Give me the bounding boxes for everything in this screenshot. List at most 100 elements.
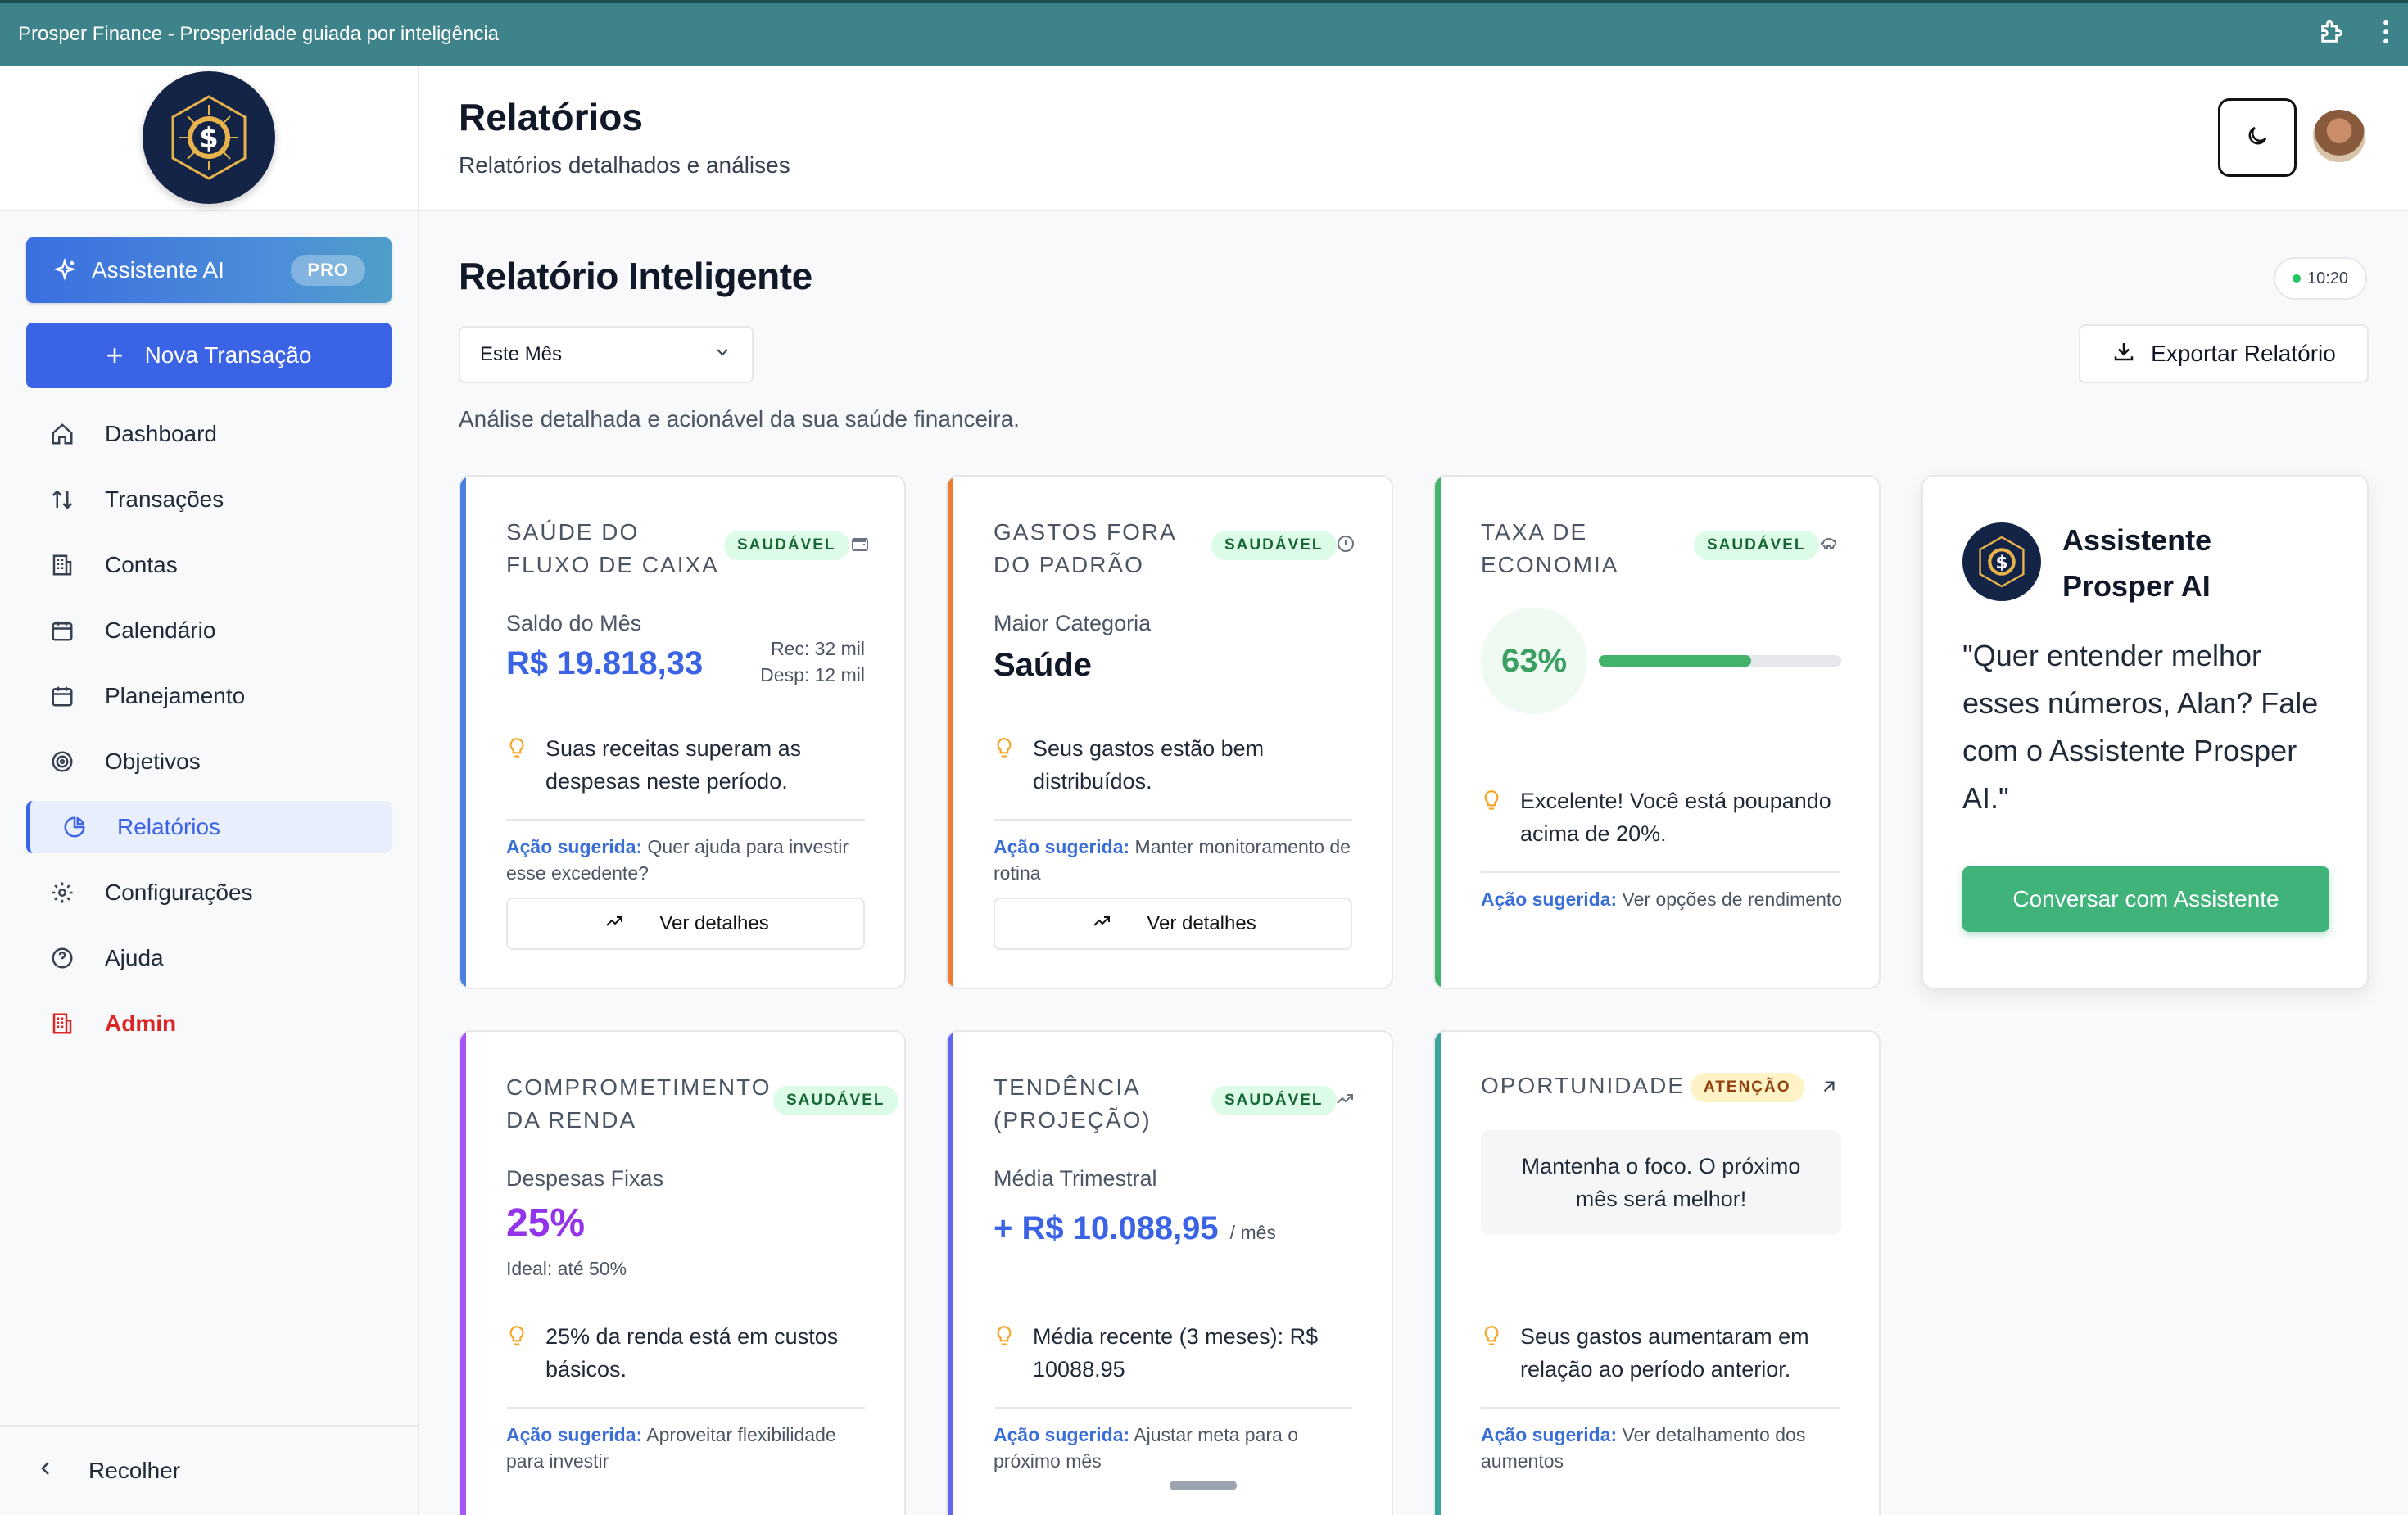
sidebar-item-help[interactable]: Ajuda <box>26 932 392 984</box>
tip-text: Média recente (3 meses): R$ 10088.95 <box>1033 1324 1319 1382</box>
pie-chart-icon <box>58 815 91 839</box>
ai-assistant-button[interactable]: Assistente AI PRO <box>26 237 392 303</box>
quarterly-average: + R$ 10.088,95 / mês <box>994 1210 1276 1247</box>
assistant-name: Assistente Prosper AI <box>2062 523 2212 603</box>
theme-toggle-button[interactable] <box>2218 98 2297 177</box>
card-title: TENDÊNCIA (PROJEÇÃO) <box>994 1071 1152 1137</box>
attention-badge: ATENÇÃO <box>1691 1073 1804 1102</box>
period-select[interactable]: Este Mês <box>459 326 754 383</box>
action-label: Ação sugerida: <box>1481 889 1618 910</box>
moon-icon <box>2245 124 2270 152</box>
card-accent-bar <box>460 1032 466 1515</box>
card-title: GASTOS FORA DO PADRÃO <box>994 516 1177 581</box>
card-title-line: ECONOMIA <box>1481 552 1619 577</box>
assistant-quote: "Quer entender melhor esses números, Ala… <box>1962 639 2319 815</box>
collapse-sidebar-button[interactable]: Recolher <box>0 1425 418 1515</box>
svg-text:$: $ <box>1995 553 2007 573</box>
card-title: OPORTUNIDADE <box>1481 1070 1685 1102</box>
user-avatar[interactable] <box>2313 110 2365 162</box>
sidebar-item-settings[interactable]: Configurações <box>26 866 392 919</box>
opportunity-card: OPORTUNIDADE ATENÇÃO Mantenha o foco. O … <box>1433 1030 1881 1515</box>
ideal-text: Ideal: até 50% <box>506 1258 627 1279</box>
time-badge: 10:20 <box>2274 257 2367 300</box>
tip-text: Excelente! Você está poupando acima de 2… <box>1520 789 1831 846</box>
chevron-down-icon <box>713 342 732 368</box>
lightbulb-icon <box>994 1325 1015 1359</box>
status-badge: SAUDÁVEL <box>1694 531 1819 560</box>
new-transaction-button[interactable]: + Nova Transação <box>26 323 392 388</box>
action-text: Ver opções de rendimento <box>1622 889 1843 910</box>
arrow-up-right-icon <box>1818 1076 1840 1101</box>
action-label: Ação sugerida: <box>994 836 1130 857</box>
balance-label: Saldo do Mês <box>506 611 642 635</box>
suggested-action: Ação sugerida: Ver detalhamento dos aume… <box>1481 1422 1846 1474</box>
action-label: Ação sugerida: <box>1481 1424 1618 1445</box>
page-title: Relatórios <box>459 96 643 138</box>
sidebar-item-label: Admin <box>105 1011 177 1036</box>
quarterly-average-value: + R$ 10.088,95 <box>994 1210 1219 1246</box>
lightbulb-icon <box>506 737 527 771</box>
chat-assistant-button[interactable]: Conversar com Assistente <box>1962 866 2329 932</box>
time-text: 10:20 <box>2306 269 2349 287</box>
trending-up-icon <box>1089 911 1114 937</box>
sidebar-item-goals[interactable]: Objetivos <box>26 735 392 788</box>
download-icon <box>2112 339 2136 369</box>
fixed-expenses-label: Despesas Fixas <box>506 1166 664 1191</box>
sidebar-item-planning[interactable]: Planejamento <box>26 670 392 722</box>
building-icon <box>46 553 79 577</box>
sparkle-icon <box>52 258 77 283</box>
top-category-value: Saúde <box>994 647 1093 683</box>
trending-up-icon <box>1334 1089 1356 1113</box>
card-title-line: FLUXO DE CAIXA <box>506 552 719 577</box>
sidebar-item-accounts[interactable]: Contas <box>26 539 392 591</box>
section-description: Análise detalhada e acionável da sua saú… <box>459 406 1020 432</box>
income-text: Rec: 32 mil <box>770 638 865 659</box>
view-details-button[interactable]: Ver detalhes <box>506 898 865 950</box>
divider <box>506 819 865 821</box>
sidebar-item-reports[interactable]: Relatórios <box>26 801 392 853</box>
app-logo[interactable]: $ <box>143 71 275 204</box>
logo-area: $ <box>0 66 418 211</box>
card-title-line: GASTOS FORA <box>994 519 1177 545</box>
target-icon <box>46 749 79 774</box>
suggested-action: Ação sugerida: Ver opções de rendimento <box>1481 886 1846 912</box>
sidebar-item-admin[interactable]: Admin <box>26 997 392 1050</box>
sidebar-item-label: Configurações <box>105 880 253 905</box>
pro-badge: PRO <box>291 255 365 286</box>
spending-card: GASTOS FORA DO PADRÃO SAUDÁVEL Maior Cat… <box>946 475 1393 989</box>
lightbulb-icon <box>506 1325 527 1359</box>
divider <box>506 1407 865 1409</box>
more-menu-icon[interactable] <box>2382 18 2390 50</box>
card-title-line: TAXA DE <box>1481 519 1588 545</box>
expense-text: Desp: 12 mil <box>760 664 865 685</box>
sidebar-item-label: Ajuda <box>105 945 164 970</box>
sidebar-item-label: Dashboard <box>105 421 217 446</box>
cashflow-card: SAÚDE DO FLUXO DE CAIXA SAUDÁVEL Saldo d… <box>459 475 906 989</box>
card-accent-bar <box>1435 477 1441 988</box>
extension-icon[interactable] <box>2318 18 2346 50</box>
view-details-label: Ver detalhes <box>659 912 769 934</box>
gear-icon <box>46 880 79 905</box>
insight-tip: Suas receitas superam as despesas neste … <box>506 732 865 798</box>
quarterly-average-label: Média Trimestral <box>994 1166 1157 1191</box>
savings-rate-value: 63% <box>1481 608 1587 714</box>
action-label: Ação sugerida: <box>994 1424 1130 1445</box>
suggested-action: Ação sugerida: Ajustar meta para o próxi… <box>994 1422 1359 1474</box>
ai-assistant-label: Assistente AI <box>92 257 224 283</box>
new-transaction-label: Nova Transação <box>144 342 312 368</box>
income-expense-summary: Rec: 32 mil Desp: 12 mil <box>760 635 865 688</box>
view-details-button[interactable]: Ver detalhes <box>994 898 1352 950</box>
sidebar-item-transactions[interactable]: Transações <box>26 473 392 526</box>
card-title: SAÚDE DO FLUXO DE CAIXA <box>506 516 719 581</box>
sidebar-item-calendar[interactable]: Calendário <box>26 604 392 657</box>
sidebar-item-dashboard[interactable]: Dashboard <box>26 408 392 460</box>
page-header: Relatórios Relatórios detalhados e análi… <box>419 66 2408 211</box>
insight-tip: Média recente (3 meses): R$ 10088.95 <box>994 1320 1352 1386</box>
piggy-bank-icon <box>1818 534 1840 558</box>
export-report-button[interactable]: Exportar Relatório <box>2079 324 2369 383</box>
sidebar-item-label: Objetivos <box>105 748 201 774</box>
scroll-indicator[interactable] <box>1170 1481 1237 1490</box>
tip-text: Seus gastos aumentaram em relação ao per… <box>1520 1324 1809 1382</box>
tip-text: Seus gastos estão bem distribuídos. <box>1033 736 1265 794</box>
trend-projection-card: TENDÊNCIA (PROJEÇÃO) SAUDÁVEL Média Trim… <box>946 1030 1393 1515</box>
